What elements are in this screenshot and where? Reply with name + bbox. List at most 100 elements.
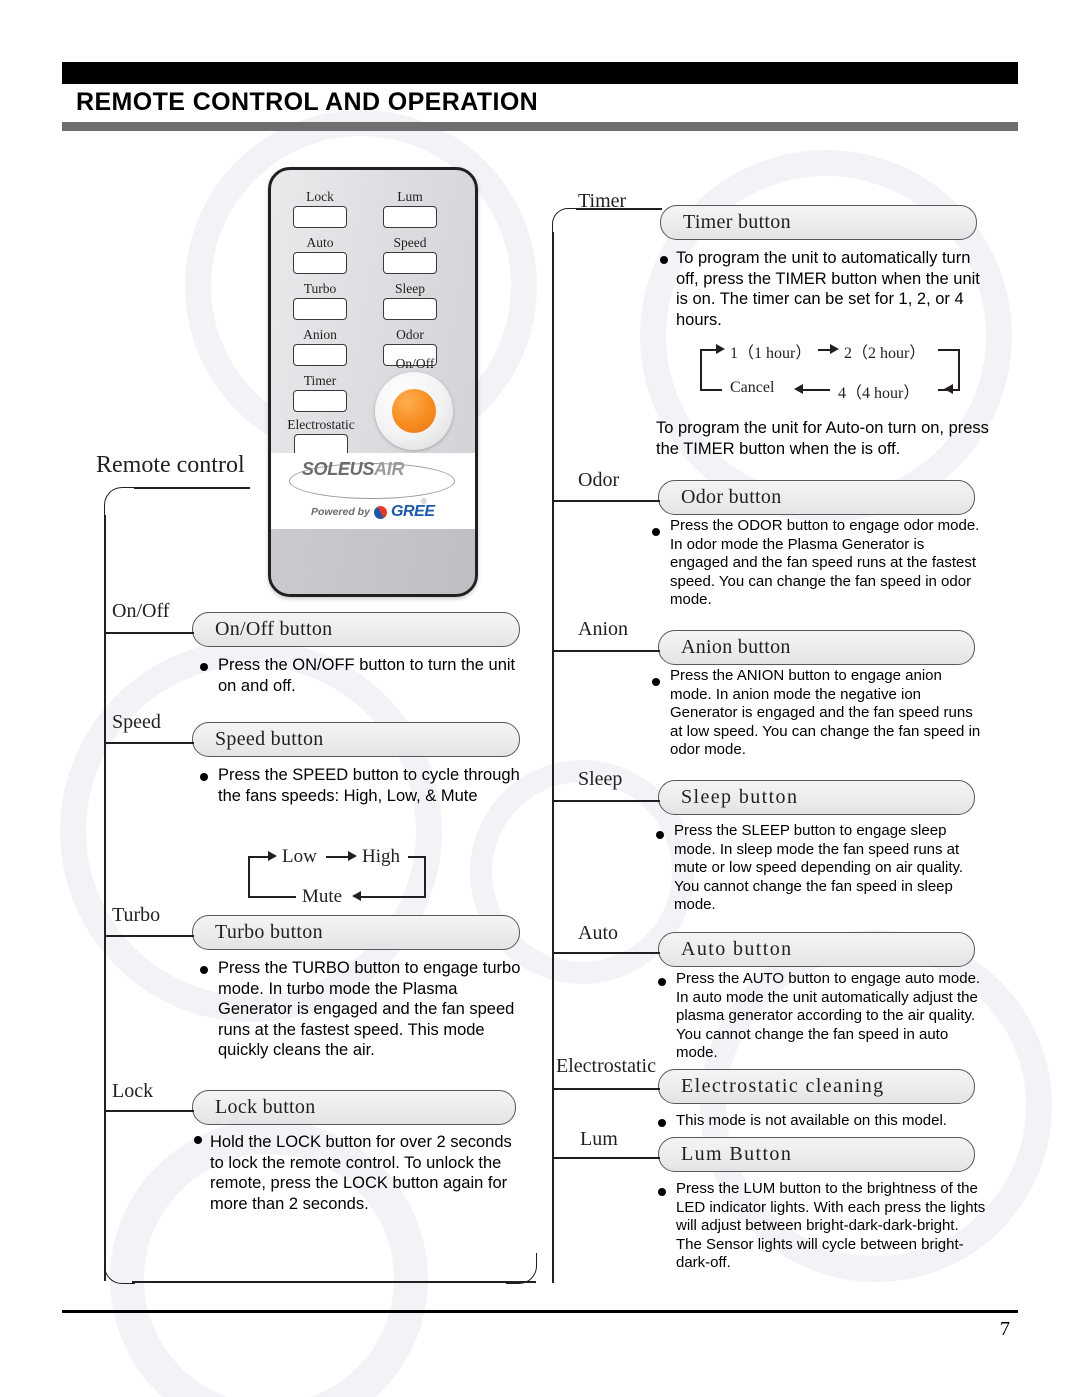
remote-logo-band: SOLEUSAIR ® Powered by GREE <box>271 453 475 529</box>
bullet-icon <box>658 1119 666 1127</box>
remote-key[interactable] <box>383 206 437 228</box>
remote-control-caption: Remote control <box>96 452 245 478</box>
remote-button-label: Auto <box>306 235 334 250</box>
section-pill-lum: Lum Button <box>658 1137 975 1172</box>
page-title: REMOTE CONTROL AND OPERATION <box>76 88 539 116</box>
section-pill-on-off: On/Off button <box>192 612 520 647</box>
footer-rule <box>62 1310 1018 1313</box>
bullet-icon <box>200 966 208 974</box>
brand-logo: SOLEUSAIR <box>271 459 435 480</box>
brand-suffix: AIR <box>374 459 405 479</box>
section-tag: Turbo <box>112 904 161 926</box>
page-number: 7 <box>1000 1318 1010 1340</box>
section-body: Hold the LOCK button for over 2 seconds … <box>210 1133 512 1213</box>
remote-button-sleep[interactable]: Sleep <box>383 282 437 320</box>
timer-1h-label: 1（1 hour） <box>730 345 812 362</box>
section-body: This mode is not available on this model… <box>676 1112 947 1129</box>
remote-button-timer[interactable]: Timer <box>293 374 347 412</box>
section-pill-lock: Lock button <box>192 1090 516 1125</box>
remote-button-label: Electrostatic <box>287 417 355 432</box>
section-pill-turbo: Turbo button <box>192 915 520 950</box>
section-pill-label: Electrostatic cleaning <box>681 1075 885 1097</box>
section-pill-electrostatic: Electrostatic cleaning <box>658 1069 975 1104</box>
section-tag: Lock <box>112 1080 154 1102</box>
remote-button-label: Lock <box>306 189 334 204</box>
section-pill-odor: Odor button <box>658 480 975 515</box>
section-pill-label: On/Off button <box>215 618 333 640</box>
section-pill-label: Anion button <box>681 636 791 658</box>
remote-key[interactable] <box>383 252 437 274</box>
bullet-icon <box>656 831 664 839</box>
remote-button-label: Timer <box>303 373 337 388</box>
bullet-icon <box>200 773 208 781</box>
section-pill-timer: Timer button <box>660 205 977 240</box>
gree-logo-icon <box>371 503 390 521</box>
speed-low-label: Low <box>282 846 317 867</box>
section-pill-anion: Anion button <box>658 630 975 665</box>
powered-by-label: Powered by <box>311 506 370 518</box>
bullet-icon <box>652 528 660 536</box>
bullet-icon <box>194 1136 202 1144</box>
header-black-bar <box>62 62 1018 84</box>
remote-button-label: Sleep <box>395 281 425 296</box>
timer-4h-label: 4（4 hour） <box>838 385 920 402</box>
section-body: Press the ODOR button to engage odor mod… <box>670 517 980 608</box>
bullet-icon <box>652 678 660 686</box>
remote-button-speed[interactable]: Speed <box>383 236 437 274</box>
remote-button-label: Lum <box>397 189 423 204</box>
section-body: Press the AUTO button to engage auto mod… <box>676 970 981 1061</box>
header-gray-rule <box>62 122 1018 131</box>
section-tag: Electrostatic <box>556 1055 656 1077</box>
remote-button-anion[interactable]: Anion <box>293 328 347 366</box>
section-body: Press the TURBO button to engage turbo m… <box>218 959 521 1059</box>
section-tag: Speed <box>112 711 161 733</box>
remote-key[interactable] <box>293 252 347 274</box>
remote-key[interactable] <box>293 344 347 366</box>
remote-button-lum[interactable]: Lum <box>383 190 437 228</box>
section-pill-auto: Auto button <box>658 932 975 967</box>
remote-key[interactable] <box>293 390 347 412</box>
remote-power-button[interactable] <box>375 372 453 450</box>
section-body: Press the LUM button to the brightness o… <box>676 1180 986 1271</box>
bullet-icon <box>658 1188 666 1196</box>
remote-button-label: Odor <box>396 327 424 342</box>
remote-control-illustration: Lock Auto Turbo Anion Timer Electrostati… <box>268 167 478 597</box>
section-tag: Lum <box>580 1128 618 1150</box>
section-pill-label: Lum Button <box>681 1143 793 1165</box>
remote-lower-body <box>271 529 475 594</box>
remote-button-turbo[interactable]: Turbo <box>293 282 347 320</box>
section-body: Press the ON/OFF button to turn the unit… <box>218 656 516 695</box>
remote-button-label: Speed <box>393 235 427 250</box>
section-pill-label: Sleep button <box>681 786 799 808</box>
section-tag: Sleep <box>578 768 623 790</box>
section-tag: Odor <box>578 469 620 491</box>
section-body: Press the ANION button to engage anion m… <box>670 667 981 758</box>
remote-key[interactable] <box>293 206 347 228</box>
remote-button-label: Turbo <box>303 281 337 296</box>
gree-label: GREE <box>390 503 435 520</box>
power-icon[interactable] <box>392 389 436 433</box>
section-note: To program the unit for Auto-on turn on,… <box>656 419 989 458</box>
section-pill-speed: Speed button <box>192 722 520 757</box>
remote-key[interactable] <box>293 298 347 320</box>
manual-page: REMOTE CONTROL AND OPERATION Lock Auto T… <box>0 0 1080 1397</box>
remote-button-lock[interactable]: Lock <box>293 190 347 228</box>
section-tag: On/Off <box>112 600 170 622</box>
bullet-icon <box>658 978 666 986</box>
section-pill-label: Odor button <box>681 486 782 508</box>
section-tag: Timer <box>578 190 627 212</box>
bullet-icon <box>660 256 668 264</box>
speed-high-label: High <box>362 846 400 867</box>
section-pill-sleep: Sleep button <box>658 780 975 815</box>
bullet-icon <box>200 663 208 671</box>
section-pill-label: Auto button <box>681 938 793 960</box>
remote-key[interactable] <box>383 298 437 320</box>
section-body: Press the SPEED button to cycle through … <box>218 766 520 805</box>
powered-by-row: Powered by GREE <box>311 503 461 521</box>
remote-button-electrostatic[interactable]: Electrostatic <box>281 418 361 456</box>
remote-power-label: On/Off <box>395 356 435 371</box>
section-pill-label: Timer button <box>683 211 791 233</box>
remote-face: Lock Auto Turbo Anion Timer Electrostati… <box>271 170 475 456</box>
remote-button-auto[interactable]: Auto <box>293 236 347 274</box>
timer-2h-label: 2（2 hour） <box>844 345 926 362</box>
